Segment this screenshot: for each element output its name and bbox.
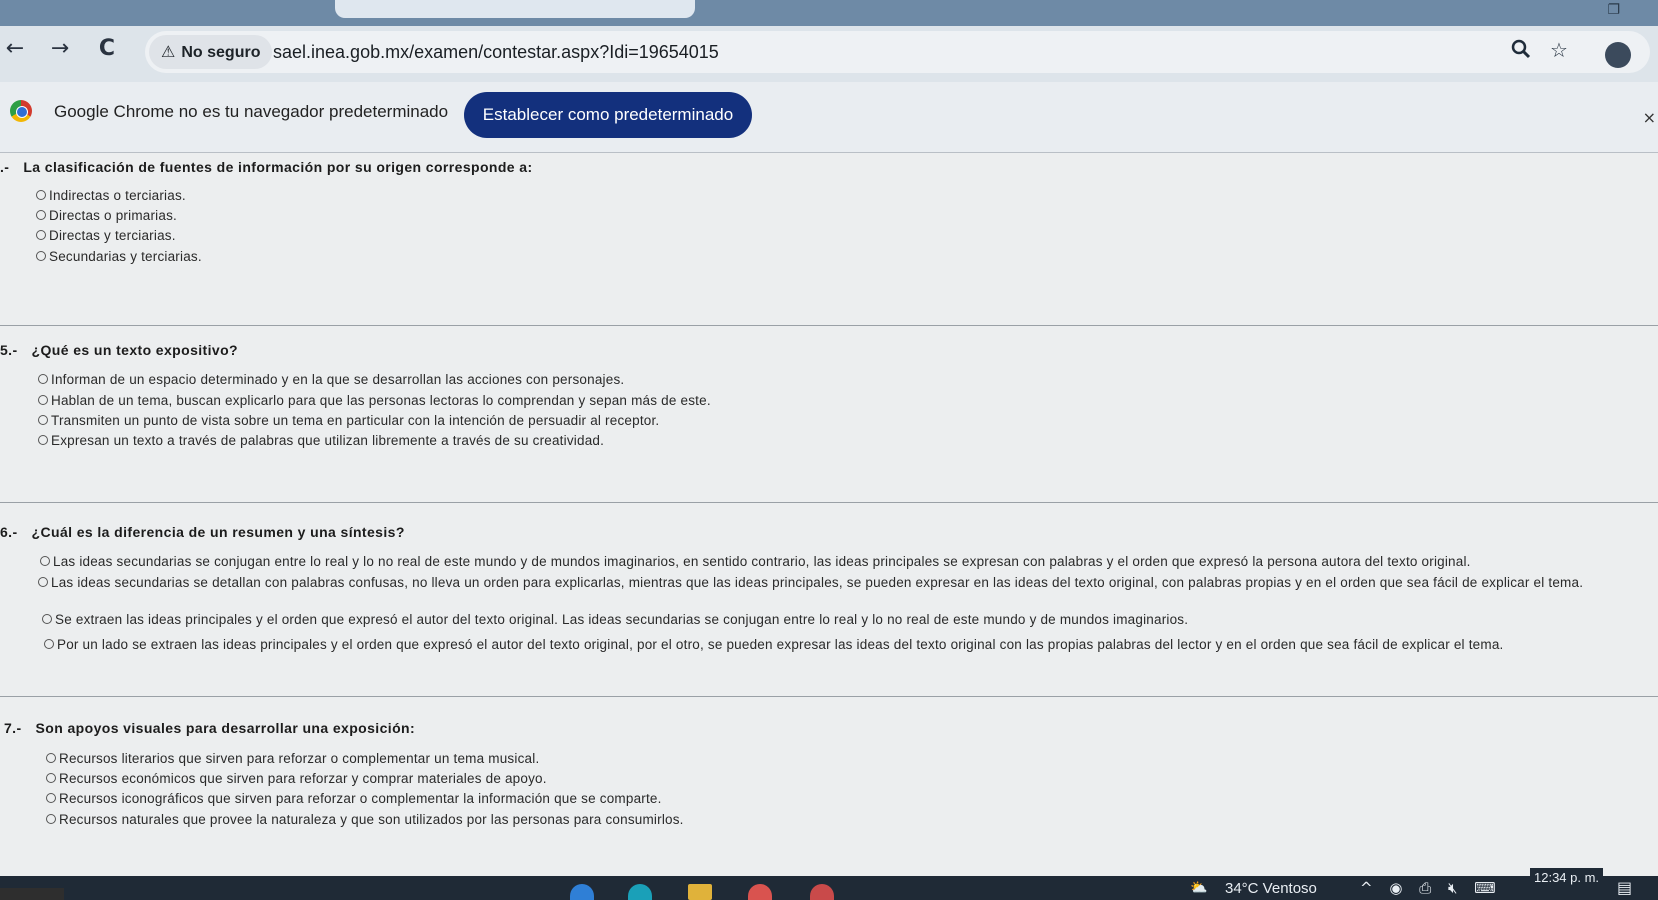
radio-button[interactable]	[36, 210, 46, 220]
question-block: 6.- ¿Cuál es la diferencia de un resumen …	[0, 502, 1658, 697]
option-label: Recursos iconográficos que sirven para r…	[59, 791, 662, 806]
answer-option[interactable]: Indirectas o terciarias.	[36, 188, 186, 203]
taskbar-app-icon[interactable]	[628, 884, 652, 900]
answer-option[interactable]: Recursos iconográficos que sirven para r…	[46, 791, 662, 806]
option-label: Por un lado se extraen las ideas princip…	[57, 637, 1504, 652]
notification-icon[interactable]: ▤	[1617, 878, 1632, 897]
radio-button[interactable]	[38, 395, 48, 405]
option-label: Secundarias y terciarias.	[49, 249, 202, 264]
weather-icon: ⛅	[1190, 880, 1208, 896]
option-label: Recursos naturales que provee la natural…	[59, 812, 684, 827]
question-title: 5.- ¿Qué es un texto expositivo?	[0, 342, 238, 358]
taskbar-app-icon[interactable]	[810, 884, 834, 900]
option-label: Informan de un espacio determinado y en …	[51, 372, 625, 387]
option-label: Recursos literarios que sirven para refo…	[59, 751, 540, 766]
profile-avatar[interactable]	[1605, 42, 1631, 68]
address-bar[interactable]: ⚠ No seguro sael.inea.gob.mx/examen/conte…	[145, 31, 1650, 73]
answer-option[interactable]: Las ideas secundarias se conjugan entre …	[40, 554, 1471, 569]
question-text: ¿Qué es un texto expositivo?	[31, 342, 239, 358]
system-tray-icons[interactable]: ^ ◉ ⎙ 🔇︎ ⌨	[1360, 879, 1502, 897]
answer-option[interactable]: Directas y terciarias.	[36, 228, 176, 243]
option-label: Las ideas secundarias se conjugan entre …	[53, 554, 1471, 569]
question-block: .- La clasificación de fuentes de informa…	[0, 153, 1658, 326]
answer-option[interactable]: Expresan un texto a través de palabras q…	[38, 433, 604, 448]
option-label: Expresan un texto a través de palabras q…	[51, 433, 605, 448]
taskbar: ⛅ 34°C Ventoso ^ ◉ ⎙ 🔇︎ ⌨	[0, 876, 1658, 900]
star-icon[interactable]: ☆	[1550, 35, 1568, 65]
radio-button[interactable]	[38, 577, 48, 587]
forward-icon[interactable]: →	[45, 34, 75, 64]
question-title: 6.- ¿Cuál es la diferencia de un resumen …	[0, 524, 405, 540]
default-browser-infobar: Google Chrome no es tu navegador predete…	[0, 82, 1658, 153]
answer-option[interactable]: Recursos económicos que sirven para refo…	[46, 771, 547, 786]
question-text: La clasificación de fuentes de informaci…	[23, 159, 533, 175]
reload-icon[interactable]: C	[92, 34, 122, 64]
clock[interactable]: 12:34 p. m.	[1530, 868, 1604, 887]
folder-icon[interactable]	[688, 884, 712, 900]
security-chip[interactable]: ⚠ No seguro	[149, 35, 273, 69]
question-number: 5.-	[0, 342, 18, 358]
radio-button[interactable]	[44, 639, 54, 649]
active-tab[interactable]	[335, 0, 695, 18]
radio-button[interactable]	[36, 190, 46, 200]
taskbar-app-icon[interactable]	[570, 884, 594, 900]
radio-button[interactable]	[38, 415, 48, 425]
start-button[interactable]	[0, 888, 64, 900]
infobar-message: Google Chrome no es tu navegador predete…	[54, 102, 449, 121]
radio-button[interactable]	[46, 773, 56, 783]
answer-option[interactable]: Hablan de un tema, buscan explicarlo par…	[38, 393, 711, 408]
question-number: 6.-	[0, 524, 18, 540]
option-label: Recursos económicos que sirven para refo…	[59, 771, 547, 786]
radio-button[interactable]	[46, 814, 56, 824]
answer-option[interactable]: Se extraen las ideas principales y el or…	[42, 612, 1188, 627]
chrome-logo-icon	[10, 100, 32, 122]
question-text: ¿Cuál es la diferencia de un resumen y u…	[31, 524, 405, 540]
answer-option[interactable]: Transmiten un punto de vista sobre un te…	[38, 413, 659, 428]
option-label: Directas y terciarias.	[49, 228, 176, 243]
answer-option[interactable]: Informan de un espacio determinado y en …	[38, 372, 624, 387]
option-label: Las ideas secundarias se detallan con pa…	[51, 575, 1584, 590]
tab-strip: ❐	[0, 0, 1658, 26]
answer-option[interactable]: Las ideas secundarias se detallan con pa…	[38, 574, 1618, 591]
option-label: Indirectas o terciarias.	[49, 188, 186, 203]
browser-toolbar: ← → C ⚠ No seguro sael.inea.gob.mx/examen…	[0, 26, 1658, 82]
answer-option[interactable]: Recursos literarios que sirven para refo…	[46, 751, 539, 766]
question-number: .-	[0, 159, 10, 175]
radio-button[interactable]	[36, 251, 46, 261]
question-title: 7.- Son apoyos visuales para desarrollar …	[4, 720, 415, 736]
close-icon[interactable]: ×	[1643, 108, 1656, 127]
chrome-taskbar-icon[interactable]	[748, 884, 772, 900]
question-block: 7.- Son apoyos visuales para desarrollar …	[0, 696, 1658, 876]
radio-button[interactable]	[38, 374, 48, 384]
radio-button[interactable]	[36, 230, 46, 240]
zoom-icon[interactable]	[1511, 37, 1531, 67]
radio-button[interactable]	[46, 793, 56, 803]
option-label: Hablan de un tema, buscan explicarlo par…	[51, 393, 711, 408]
question-number: 7.-	[4, 720, 22, 736]
radio-button[interactable]	[46, 753, 56, 763]
option-label: Directas o primarias.	[49, 208, 177, 223]
radio-button[interactable]	[40, 556, 50, 566]
url-text[interactable]: sael.inea.gob.mx/examen/contestar.aspx?I…	[273, 31, 719, 73]
set-default-button[interactable]: Establecer como predeterminado	[464, 92, 752, 138]
answer-option[interactable]: Por un lado se extraen las ideas princip…	[44, 637, 1503, 652]
answer-option[interactable]: Secundarias y terciarias.	[36, 249, 202, 264]
question-text: Son apoyos visuales para desarrollar una…	[35, 720, 416, 736]
radio-button[interactable]	[42, 614, 52, 624]
radio-button[interactable]	[38, 435, 48, 445]
back-icon[interactable]: ←	[0, 34, 30, 64]
weather-text[interactable]: 34°C Ventoso	[1225, 880, 1317, 897]
question-title: .- La clasificación de fuentes de informa…	[0, 159, 533, 175]
answer-option[interactable]: Directas o primarias.	[36, 208, 177, 223]
answer-option[interactable]: Recursos naturales que provee la natural…	[46, 812, 684, 827]
exam-content: .- La clasificación de fuentes de informa…	[0, 153, 1658, 876]
restore-window-icon[interactable]: ❐	[1607, 2, 1620, 18]
option-label: Transmiten un punto de vista sobre un te…	[51, 413, 660, 428]
warning-icon: ⚠	[161, 42, 176, 61]
question-block: 5.- ¿Qué es un texto expositivo? Informan…	[0, 325, 1658, 503]
option-label: Se extraen las ideas principales y el or…	[55, 612, 1189, 627]
security-chip-label: No seguro	[181, 44, 261, 61]
